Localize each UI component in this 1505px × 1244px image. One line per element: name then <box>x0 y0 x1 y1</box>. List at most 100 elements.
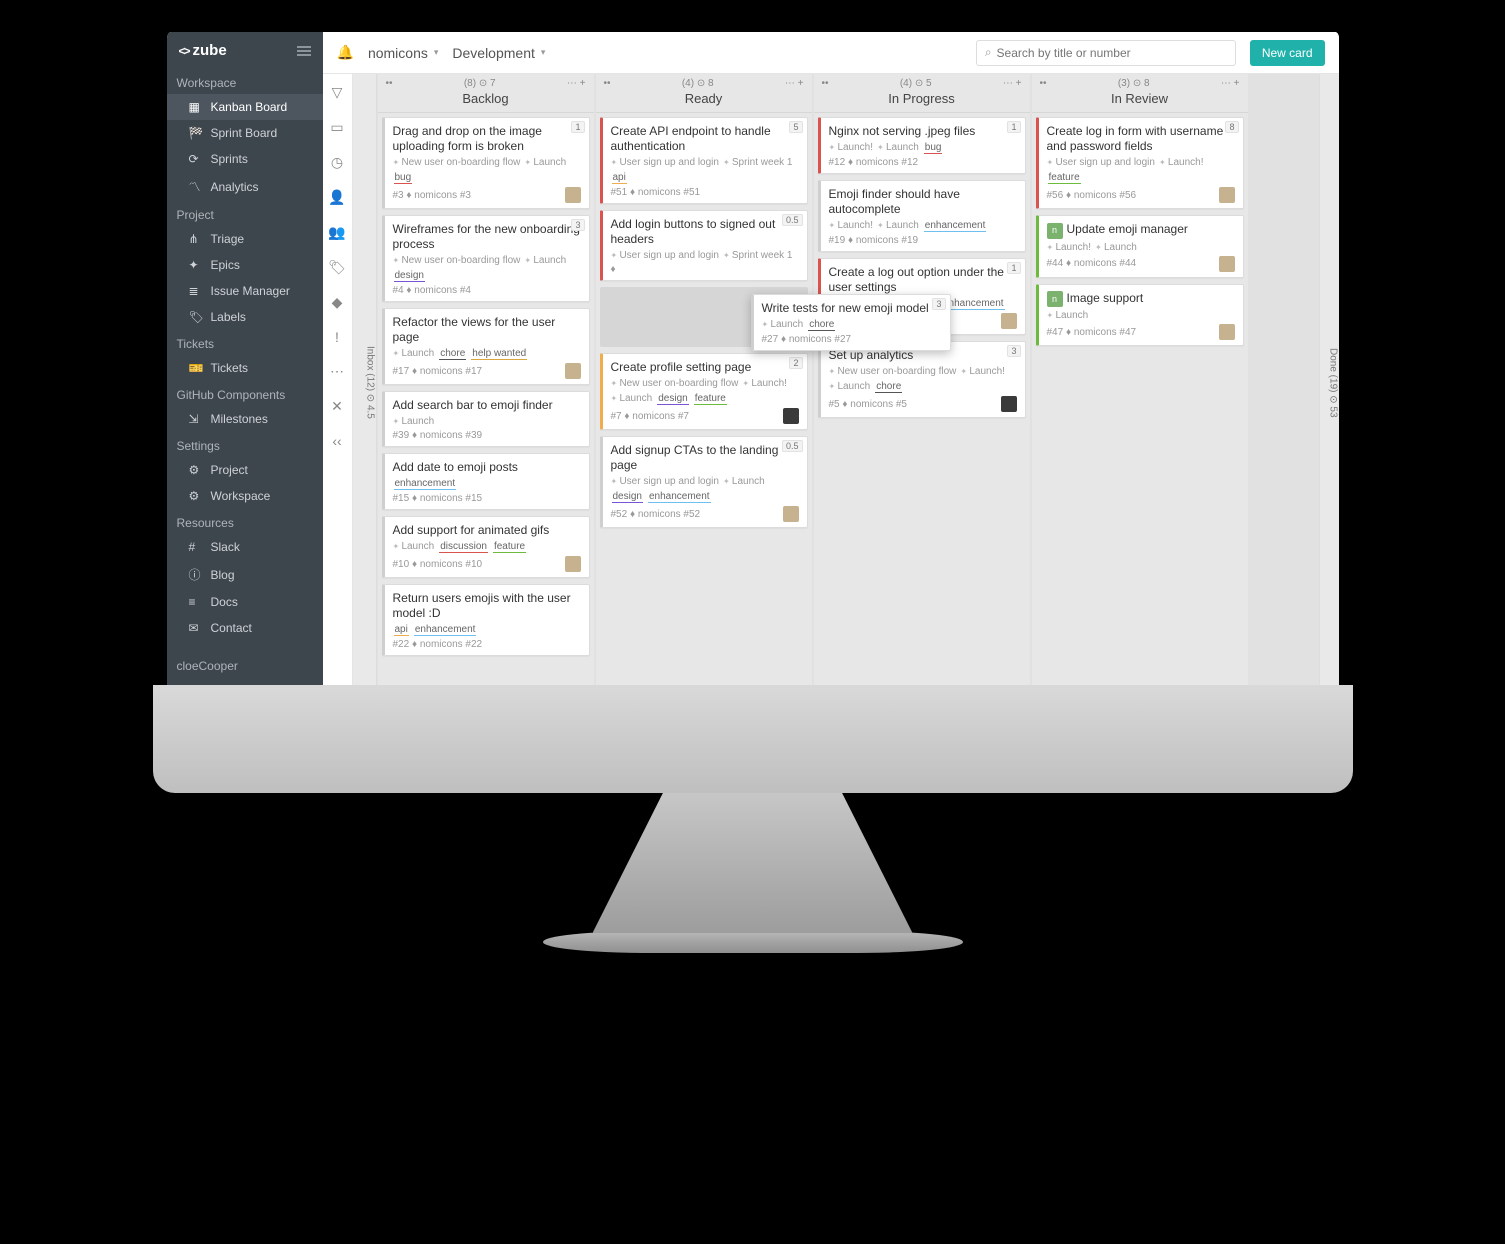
filter-milestone-icon[interactable]: ◆ <box>332 294 343 311</box>
sidebar-item-docs[interactable]: ≡Docs <box>167 589 323 615</box>
bell-icon[interactable]: 🔔 <box>337 44 354 61</box>
filter-user-icon[interactable]: 👤 <box>328 189 345 206</box>
filter-alert-icon[interactable]: ! <box>335 329 339 345</box>
filter-epic-icon[interactable]: ◷ <box>331 154 343 171</box>
column-stats: (3) ⊙ 8 <box>1118 78 1150 89</box>
column-menu-icon[interactable]: ⋯ + <box>1003 78 1022 89</box>
sidebar-item-project[interactable]: ⚙Project <box>167 457 323 483</box>
card[interactable]: Return users emojis with the user model … <box>382 584 590 656</box>
sidebar-item-blog[interactable]: ⓘBlog <box>167 560 323 589</box>
sidebar-item-issue-manager[interactable]: ≣Issue Manager <box>167 278 323 304</box>
assignee-avatar[interactable] <box>565 187 581 203</box>
filter-funnel-icon[interactable]: ▽ <box>332 84 343 101</box>
org-crumb[interactable]: nomicons <box>368 45 438 61</box>
nav-item-label: Issue Manager <box>211 284 290 298</box>
imac-chin <box>153 685 1353 793</box>
filter-label-icon[interactable]: 🏷 <box>328 259 346 276</box>
card[interactable]: 5Create API endpoint to handle authentic… <box>600 117 808 204</box>
sidebar-username[interactable]: cloeCooper <box>167 652 248 677</box>
column-in-progress: ••(4) ⊙ 5⋯ +In Progress1Nginx not servin… <box>814 74 1030 685</box>
card[interactable]: 2Create profile setting pageNew user on-… <box>600 353 808 430</box>
card[interactable]: Add search bar to emoji finderLaunch #39… <box>382 391 590 447</box>
sidebar-item-labels[interactable]: 🏷Labels <box>167 304 323 330</box>
card[interactable]: 3Set up analyticsNew user on-boarding fl… <box>818 341 1026 418</box>
card-title: Create API endpoint to handle authentica… <box>611 124 799 154</box>
filter-close-icon[interactable]: ✕ <box>331 398 343 415</box>
label-api: api <box>612 172 627 184</box>
drag-handle-icon[interactable]: •• <box>604 78 611 89</box>
inbox-rail[interactable]: Inbox (12) ⊙ 4.5 <box>353 74 377 685</box>
card[interactable]: 1Drag and drop on the image uploading fo… <box>382 117 590 209</box>
assignee-avatar[interactable] <box>1219 324 1235 340</box>
sidebar-item-slack[interactable]: # Slack <box>167 534 323 560</box>
sidebar-item-kanban-board[interactable]: ▦Kanban Board <box>167 94 323 120</box>
new-card-button[interactable]: New card <box>1250 40 1325 66</box>
search-box[interactable]: ⌕ <box>976 40 1236 66</box>
sidebar-item-milestones[interactable]: ⇲Milestones <box>167 406 323 432</box>
card[interactable]: 3Wireframes for the new onboarding proce… <box>382 215 590 302</box>
card-points: 1 <box>1007 262 1020 274</box>
card[interactable]: nUpdate emoji managerLaunch!Launch #44 ♦… <box>1036 215 1244 278</box>
logo[interactable]: zube <box>179 42 227 59</box>
card[interactable]: nImage supportLaunch #47 ♦ nomicons #47 <box>1036 284 1244 347</box>
card-title: Add search bar to emoji finder <box>393 398 581 413</box>
filter-rail: ▽ ▭ ◷ 👤 👥 🏷 ◆ ! ⋯ ✕ ‹‹ <box>323 74 353 685</box>
filter-archive-icon[interactable]: ▭ <box>330 119 343 136</box>
assignee-avatar[interactable] <box>1001 396 1017 412</box>
nav-item-label: Project <box>211 463 248 477</box>
card-points: 1 <box>571 121 584 133</box>
sidebar-item-tickets[interactable]: 🎫Tickets <box>167 355 323 381</box>
sidebar-item-contact[interactable]: ✉Contact <box>167 615 323 641</box>
sidebar-item-triage[interactable]: ⋔Triage <box>167 226 323 252</box>
nav-group-title: Settings <box>167 432 323 457</box>
card-id: #44 ♦ nomicons #44 <box>1047 258 1137 269</box>
drag-handle-icon[interactable]: •• <box>386 78 393 89</box>
filter-caret-icon[interactable]: ‹‹ <box>332 433 341 449</box>
nav-group-title: Resources <box>167 509 323 534</box>
sidebar-item-epics[interactable]: ✦Epics <box>167 252 323 278</box>
card-title: Drag and drop on the image uploading for… <box>393 124 581 154</box>
done-rail[interactable]: Done (19) ⊙ 53 <box>1319 74 1339 685</box>
hamburger-icon[interactable] <box>297 50 311 52</box>
card[interactable]: Refactor the views for the user pageLaun… <box>382 308 590 385</box>
column-menu-icon[interactable]: ⋯ + <box>1221 78 1240 89</box>
sidebar-item-workspace[interactable]: ⚙Workspace <box>167 483 323 509</box>
assignee-avatar[interactable] <box>783 408 799 424</box>
card-title: Refactor the views for the user page <box>393 315 581 345</box>
nav-glyph-icon: ⟳ <box>189 152 203 166</box>
nav-group-title: Tickets <box>167 330 323 355</box>
sidebar-item-sprint-board[interactable]: 🏁Sprint Board <box>167 120 323 146</box>
dragging-card[interactable]: 3 Write tests for new emoji model Launch… <box>751 294 951 351</box>
assignee-avatar[interactable] <box>1219 256 1235 272</box>
nav-item-label: Sprints <box>211 152 248 166</box>
nav-glyph-icon: # <box>189 540 203 554</box>
column-menu-icon[interactable]: ⋯ + <box>567 78 586 89</box>
card-points: 0.5 <box>782 214 803 226</box>
column-menu-icon[interactable]: ⋯ + <box>785 78 804 89</box>
sidebar-item-sprints[interactable]: ⟳ Sprints <box>167 146 323 172</box>
sidebar-item-analytics[interactable]: 〽Analytics <box>167 172 323 201</box>
project-crumb[interactable]: Development <box>452 45 545 61</box>
drag-handle-icon[interactable]: •• <box>1040 78 1047 89</box>
assignee-avatar[interactable] <box>1001 313 1017 329</box>
nav-item-label: Docs <box>211 595 238 609</box>
label-feature: feature <box>694 393 727 405</box>
card[interactable]: 0.5Add login buttons to signed out heade… <box>600 210 808 281</box>
assignee-avatar[interactable] <box>565 363 581 379</box>
card-title: nUpdate emoji manager <box>1047 222 1235 239</box>
card[interactable]: 1Nginx not serving .jpeg filesLaunch!Lau… <box>818 117 1026 174</box>
nav-item-label: Slack <box>211 540 240 554</box>
card[interactable]: 8Create log in form with username and pa… <box>1036 117 1244 209</box>
filter-more-icon[interactable]: ⋯ <box>330 363 344 380</box>
assignee-avatar[interactable] <box>783 506 799 522</box>
card[interactable]: Add support for animated gifsLaunch disc… <box>382 516 590 578</box>
card[interactable]: Add date to emoji posts enhancement#15 ♦… <box>382 453 590 510</box>
search-input[interactable] <box>997 46 1227 60</box>
card[interactable]: 0.5Add signup CTAs to the landing pageUs… <box>600 436 808 528</box>
drag-handle-icon[interactable]: •• <box>822 78 829 89</box>
card[interactable]: Emoji finder should have autocompleteLau… <box>818 180 1026 252</box>
assignee-avatar[interactable] <box>565 556 581 572</box>
filter-assignee-icon[interactable]: 👥 <box>328 224 345 241</box>
column-stats: (4) ⊙ 8 <box>682 78 714 89</box>
assignee-avatar[interactable] <box>1219 187 1235 203</box>
